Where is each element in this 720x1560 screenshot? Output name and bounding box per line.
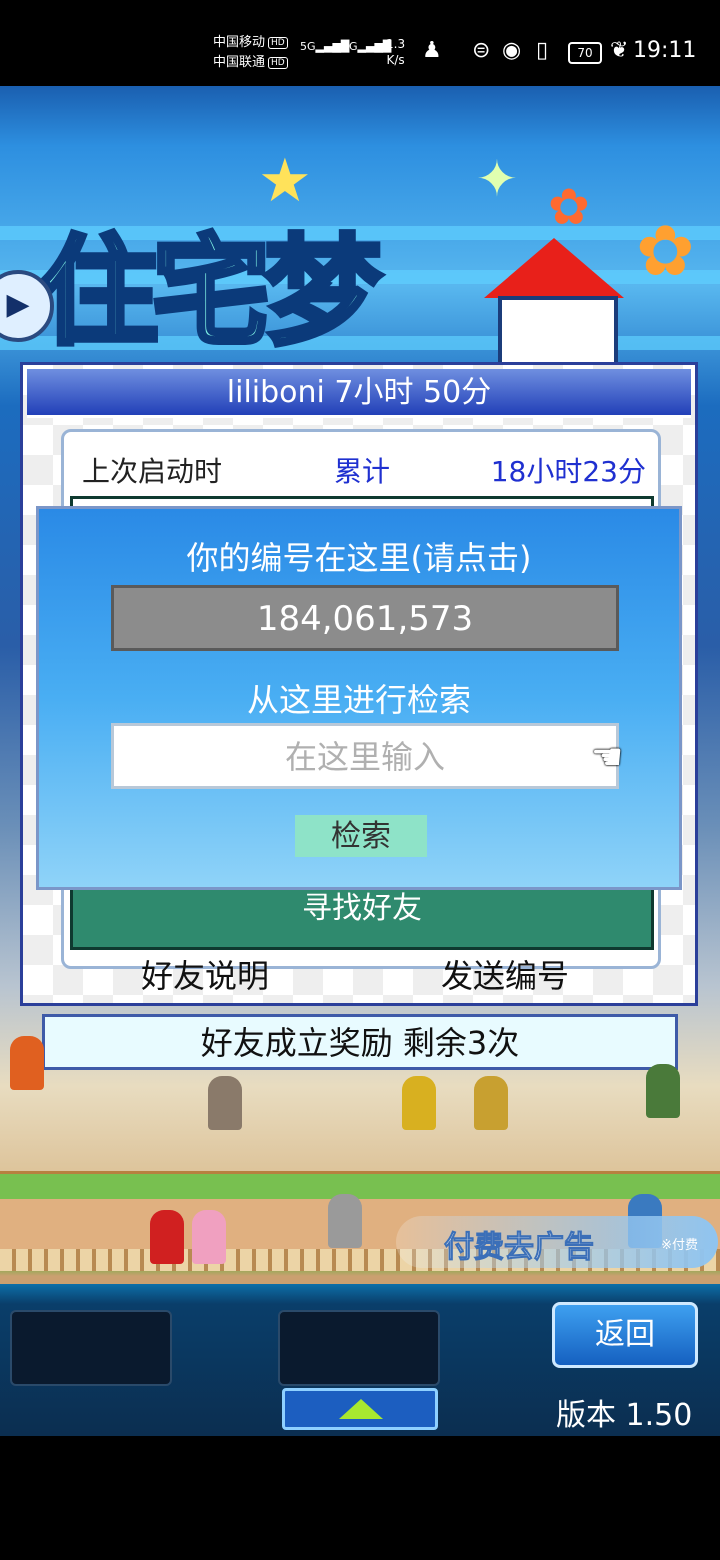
- search-dialog: 你的编号在这里(请点击) 184,061,573 从这里进行检索 在这里输入 ☚…: [36, 506, 682, 890]
- carrier-2: 中国联通: [213, 55, 266, 70]
- game-screen: 住宅梦 ★ ✦ ✿ ✿ ▶ liliboni 7小时 50分 上次启动时 累计 …: [0, 86, 720, 1436]
- leaf-icon: ❦: [610, 38, 629, 63]
- remove-ads-note: ※付费: [661, 1238, 698, 1253]
- status-bar: 中国移动 HD 中国联通 HD 5G▂▄▆█ 4G▂▄▆█ 1.3 K/s ♟ ⊜ …: [0, 0, 720, 86]
- dialog-title: 你的编号在这里(请点击): [186, 539, 532, 577]
- hd-badge: HD: [268, 56, 288, 69]
- resident-sprite: [328, 1194, 362, 1248]
- panel-title: liliboni 7小时 50分: [27, 369, 691, 418]
- send-id-button[interactable]: 发送编号: [441, 951, 569, 997]
- battery-icon: 70: [568, 42, 602, 64]
- carrier-info: 中国移动 HD 中国联通 HD: [213, 33, 288, 73]
- resident-sprite: [474, 1076, 508, 1130]
- my-id-field[interactable]: 184,061,573: [111, 585, 619, 651]
- version-label: 版本 1.50: [556, 1398, 693, 1433]
- last-launch-label: 上次启动时: [82, 455, 223, 488]
- pointing-hand-icon: ☚: [591, 737, 624, 778]
- eye-comfort-icon: ◉: [502, 38, 522, 63]
- resident-sprite: [208, 1076, 242, 1130]
- remove-ads-button[interactable]: 付费去广告 ※付费: [396, 1216, 718, 1268]
- up-arrow-icon: [339, 1399, 383, 1419]
- hd-badge: HD: [268, 36, 288, 49]
- friend-reward-bar: 好友成立奖励 剩余3次: [42, 1014, 678, 1070]
- carrier-1: 中国移动: [213, 35, 266, 50]
- friend-help-button[interactable]: 好友说明: [141, 951, 269, 997]
- vibrate-icon: ▯: [536, 38, 549, 63]
- total-time-label: 累计: [334, 455, 391, 488]
- qq-icon: ♟: [422, 38, 442, 63]
- back-button[interactable]: 返回: [552, 1302, 698, 1368]
- remove-ads-label: 付费去广告: [444, 1230, 595, 1266]
- star-icon: ★: [258, 146, 312, 216]
- signal-4g-icon: 4G▂▄▆█: [342, 40, 392, 53]
- clock: 19:11: [633, 38, 697, 63]
- bottom-nav: 返回 版本 1.50: [0, 1284, 720, 1436]
- expand-menu-button[interactable]: [282, 1388, 438, 1430]
- game-logo: 住宅梦: [37, 221, 384, 364]
- resident-sprite: [150, 1210, 184, 1264]
- menu-slot-1[interactable]: [10, 1310, 172, 1386]
- house-icon: [484, 238, 624, 370]
- grass-strip: [0, 1171, 720, 1202]
- resident-sprite: [402, 1076, 436, 1130]
- nfc-icon: ⊜: [472, 38, 491, 63]
- search-label: 从这里进行检索: [246, 681, 471, 719]
- search-button[interactable]: 检索: [295, 815, 427, 857]
- menu-slot-2[interactable]: [278, 1310, 440, 1386]
- search-input[interactable]: 在这里输入: [111, 723, 619, 789]
- sparkle-icon: ✦: [476, 150, 518, 208]
- resident-sprite: [192, 1210, 226, 1264]
- resident-sprite: [10, 1036, 44, 1090]
- flower-icon: ✿: [548, 178, 590, 236]
- flower-icon: ✿: [636, 210, 695, 292]
- total-time-value: 18小时23分: [490, 455, 646, 488]
- resident-sprite: [646, 1064, 680, 1118]
- network-speed: 1.3 K/s: [386, 37, 406, 67]
